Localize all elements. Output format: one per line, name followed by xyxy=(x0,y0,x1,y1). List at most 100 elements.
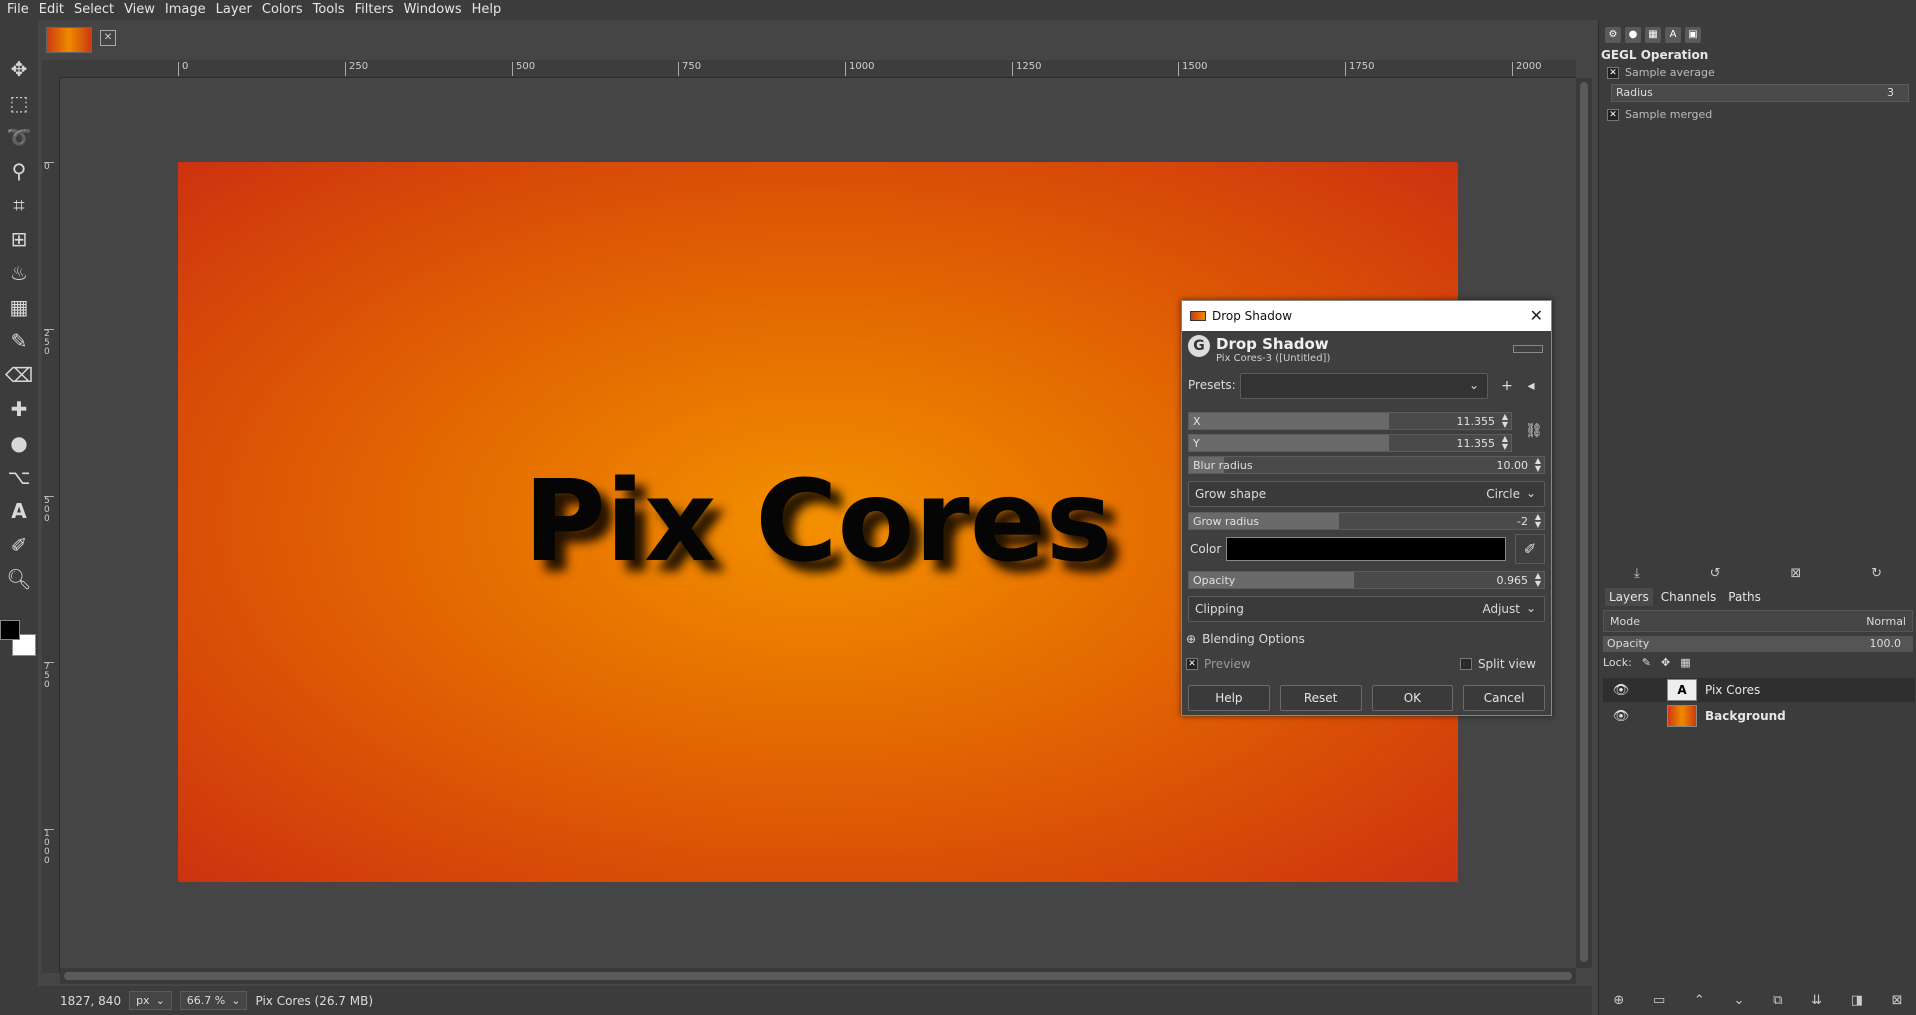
menu-layer[interactable]: Layer xyxy=(211,0,257,20)
scrollbar-thumb[interactable] xyxy=(64,972,1572,980)
fuzzy-select-tool-icon[interactable]: ⚲ xyxy=(4,156,34,186)
visibility-eye-icon[interactable]: 👁︎ xyxy=(1603,709,1639,724)
mask-layer-icon[interactable]: ◨ xyxy=(1851,993,1863,1008)
foreground-color-swatch[interactable] xyxy=(0,620,20,640)
ok-button[interactable]: OK xyxy=(1371,685,1454,711)
restore-options-icon[interactable]: ↺ xyxy=(1710,566,1721,581)
layer-row[interactable]: 👁︎ Background xyxy=(1603,704,1915,728)
clipping-select[interactable]: Clipping Adjust ⌄ xyxy=(1188,596,1545,622)
horizontal-ruler[interactable]: 0 250 500 750 1000 1250 1500 1750 2000 xyxy=(60,60,1576,78)
menu-colors[interactable]: Colors xyxy=(257,0,308,20)
checkbox[interactable]: ✕ xyxy=(1186,658,1198,670)
radius-spinner[interactable]: Radius 3 xyxy=(1611,84,1909,102)
visibility-eye-icon[interactable]: 👁︎ xyxy=(1603,683,1639,698)
rect-select-tool-icon[interactable]: ⬚ xyxy=(4,88,34,118)
spin-arrows-icon[interactable]: ▲ ▼ xyxy=(1502,435,1508,451)
heal-tool-icon[interactable]: ✚ xyxy=(4,394,34,424)
lasso-tool-icon[interactable]: ➰ xyxy=(4,122,34,152)
layer-mode-select[interactable]: Mode Normal xyxy=(1603,610,1913,632)
transform-tool-icon[interactable]: ⊞ xyxy=(4,224,34,254)
lower-layer-icon[interactable]: ⌄ xyxy=(1734,993,1745,1008)
grow-shape-select[interactable]: Grow shape Circle ⌄ xyxy=(1188,481,1545,507)
add-preset-icon[interactable]: + xyxy=(1498,377,1516,395)
lock-alpha-icon[interactable]: ▦ xyxy=(1680,656,1690,669)
menu-image[interactable]: Image xyxy=(160,0,211,20)
blending-options-expander[interactable]: ⊕ Blending Options xyxy=(1186,632,1305,646)
spin-arrows-icon[interactable]: ▲ ▼ xyxy=(1502,413,1508,429)
gradient-tool-icon[interactable]: ▦ xyxy=(4,292,34,322)
checkbox[interactable]: ✕ xyxy=(1607,66,1619,79)
image-tab-thumbnail[interactable] xyxy=(46,27,92,53)
patterns-tab-icon[interactable]: ▦ xyxy=(1645,27,1661,43)
tab-layers[interactable]: Layers xyxy=(1605,588,1653,606)
chain-link-icon[interactable]: ⛓ xyxy=(1525,412,1543,450)
color-picker-tool-icon[interactable]: ✐ xyxy=(4,530,34,560)
menu-tools[interactable]: Tools xyxy=(308,0,350,20)
merge-layer-icon[interactable]: ⇊ xyxy=(1811,993,1822,1008)
shadow-color-button[interactable] xyxy=(1226,537,1506,561)
menu-select[interactable]: Select xyxy=(69,0,119,20)
raise-layer-icon[interactable]: ⌃ xyxy=(1694,993,1705,1008)
ruler-corner[interactable] xyxy=(42,60,60,78)
duplicate-layer-icon[interactable]: ⧉ xyxy=(1773,993,1782,1008)
close-icon[interactable]: ✕ xyxy=(1530,306,1543,325)
text-tool-icon[interactable]: A xyxy=(4,496,34,526)
blur-radius-spinner[interactable]: Blur radius 10.00 ▲ ▼ xyxy=(1188,456,1545,474)
brushes-tab-icon[interactable]: ● xyxy=(1625,27,1641,43)
menu-windows[interactable]: Windows xyxy=(399,0,467,20)
sample-merged-option[interactable]: ✕ Sample merged xyxy=(1607,108,1712,121)
lock-pixels-icon[interactable]: ✎ xyxy=(1642,656,1651,669)
paths-tool-icon[interactable]: ⌥ xyxy=(4,462,34,492)
vertical-scrollbar[interactable] xyxy=(1576,78,1592,968)
tool-options-tab-icon[interactable]: ⚙ xyxy=(1605,27,1621,43)
preset-menu-icon[interactable]: ◂ xyxy=(1522,377,1540,395)
crop-tool-icon[interactable]: ⌗ xyxy=(4,190,34,220)
canvas-guide-toggle[interactable] xyxy=(1513,345,1543,353)
vertical-ruler[interactable]: 0 250 500 750 1000 xyxy=(42,78,60,973)
cancel-button[interactable]: Cancel xyxy=(1463,685,1545,711)
x-offset-spinner[interactable]: X 11.355 ▲ ▼ xyxy=(1188,412,1512,430)
new-layer-icon[interactable]: ⊕ xyxy=(1613,993,1624,1008)
reset-options-icon[interactable]: ↻ xyxy=(1871,566,1882,581)
zoom-tool-icon[interactable]: 🔍︎ xyxy=(4,564,34,594)
scrollbar-thumb[interactable] xyxy=(1580,82,1588,962)
menu-filters[interactable]: Filters xyxy=(350,0,399,20)
delete-options-icon[interactable]: ⊠ xyxy=(1790,566,1801,581)
checkbox[interactable]: ✕ xyxy=(1607,108,1619,121)
horizontal-scrollbar[interactable] xyxy=(60,968,1576,984)
expander-plus-icon[interactable]: ⊕ xyxy=(1186,632,1196,646)
presets-select[interactable]: ⌄ xyxy=(1240,373,1488,399)
layer-opacity-spinner[interactable]: Opacity 100.0 xyxy=(1603,636,1913,652)
spin-arrows-icon[interactable]: ▲ ▼ xyxy=(1535,457,1541,473)
grow-radius-spinner[interactable]: Grow radius -2 ▲ ▼ xyxy=(1188,512,1545,530)
lock-position-icon[interactable]: ✥ xyxy=(1661,656,1670,669)
smudge-tool-icon[interactable]: ● xyxy=(4,428,34,458)
paintbrush-tool-icon[interactable]: ✎ xyxy=(4,326,34,356)
reset-button[interactable]: Reset xyxy=(1279,685,1362,711)
menu-help[interactable]: Help xyxy=(467,0,507,20)
help-button[interactable]: Help xyxy=(1188,685,1270,711)
eyedropper-icon[interactable]: ✐ xyxy=(1515,534,1545,564)
preview-toggle[interactable]: ✕ Preview xyxy=(1186,657,1251,671)
warp-tool-icon[interactable]: ♨ xyxy=(4,258,34,288)
fg-bg-colors[interactable] xyxy=(0,620,38,660)
fonts-tab-icon[interactable]: A xyxy=(1665,27,1681,43)
y-offset-spinner[interactable]: Y 11.355 ▲ ▼ xyxy=(1188,434,1512,452)
opacity-spinner[interactable]: Opacity 0.965 ▲ ▼ xyxy=(1188,571,1545,589)
images-tab-icon[interactable]: ▣ xyxy=(1685,27,1701,43)
tab-paths[interactable]: Paths xyxy=(1724,588,1765,606)
menu-file[interactable]: File xyxy=(2,0,34,20)
checkbox[interactable]: ✕ xyxy=(1459,658,1472,670)
spin-arrows-icon[interactable]: ▲ ▼ xyxy=(1535,572,1541,588)
dialog-titlebar[interactable]: Drop Shadow ✕ xyxy=(1182,301,1551,331)
save-options-icon[interactable]: ⤓ xyxy=(1634,566,1640,581)
zoom-select[interactable]: 66.7 % ⌄ xyxy=(179,991,248,1010)
layer-row[interactable]: 👁︎ A Pix Cores xyxy=(1603,678,1915,702)
menu-edit[interactable]: Edit xyxy=(34,0,69,20)
new-group-icon[interactable]: ▭ xyxy=(1653,993,1665,1008)
delete-layer-icon[interactable]: ⊠ xyxy=(1892,993,1903,1008)
spin-arrows-icon[interactable]: ▲ ▼ xyxy=(1535,513,1541,529)
sample-average-option[interactable]: ✕ Sample average xyxy=(1607,66,1715,79)
tab-channels[interactable]: Channels xyxy=(1657,588,1721,606)
move-tool-icon[interactable]: ✥ xyxy=(4,54,34,84)
